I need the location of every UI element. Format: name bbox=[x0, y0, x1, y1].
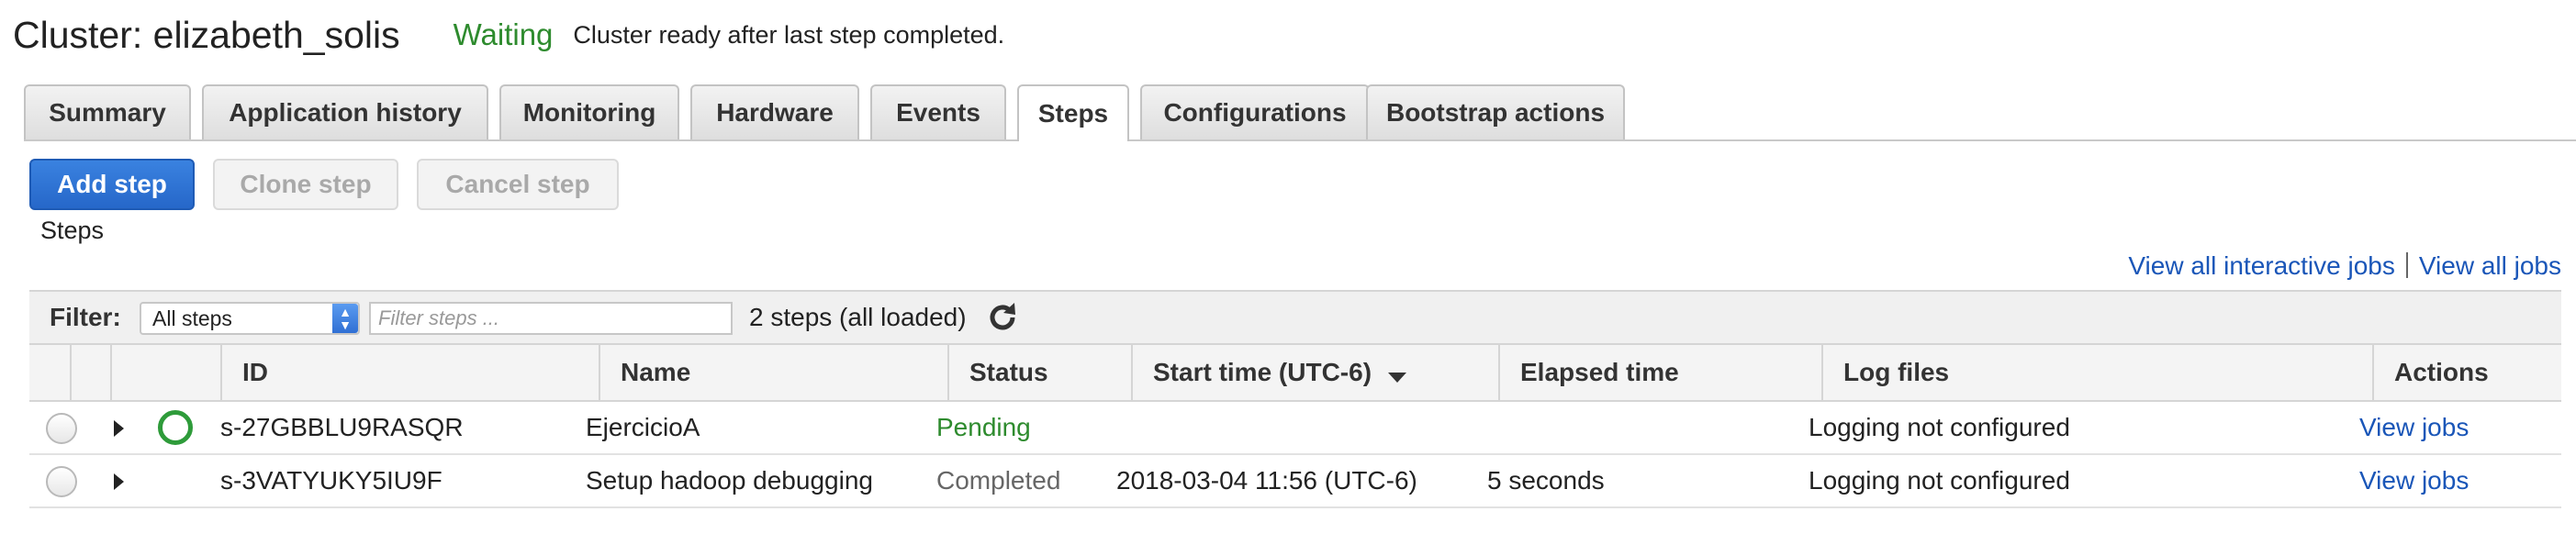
filter-bar: Filter: All steps ▲ ▼ Filter steps ... 2 … bbox=[29, 290, 2561, 345]
cluster-status-message: Cluster ready after last step completed. bbox=[573, 20, 1005, 49]
cluster-title: Cluster: elizabeth_solis bbox=[13, 13, 400, 56]
add-step-button[interactable]: Add step bbox=[29, 159, 195, 210]
select-updown-icon: ▲ ▼ bbox=[332, 304, 358, 333]
step-status: Pending bbox=[936, 413, 1031, 441]
step-name: EjercicioA bbox=[586, 413, 700, 441]
tab-steps[interactable]: Steps bbox=[1017, 84, 1129, 141]
header-expand-column bbox=[70, 345, 110, 400]
table-header: ID Name Status Start time (UTC-6) Elapse… bbox=[29, 345, 2561, 402]
column-header-log-files[interactable]: Log files bbox=[1821, 345, 2372, 400]
table-row: s-3VATYUKY5IU9F Setup hadoop debugging C… bbox=[29, 455, 2561, 508]
filter-steps-input[interactable]: Filter steps ... bbox=[369, 302, 733, 335]
step-start-time: 2018-03-04 11:56 (UTC-6) bbox=[1116, 466, 1417, 495]
steps-section-label: Steps bbox=[40, 217, 105, 244]
tab-bootstrap-actions[interactable]: Bootstrap actions bbox=[1366, 84, 1625, 139]
step-log-files: Logging not configured bbox=[1809, 466, 2070, 495]
row-select-radio[interactable] bbox=[46, 466, 77, 497]
tab-application-history[interactable]: Application history bbox=[202, 84, 488, 139]
steps-table: ID Name Status Start time (UTC-6) Elapse… bbox=[29, 345, 2561, 508]
column-header-name[interactable]: Name bbox=[599, 345, 947, 400]
column-header-actions: Actions bbox=[2372, 345, 2561, 400]
link-separator bbox=[2405, 252, 2408, 278]
expand-row-icon[interactable] bbox=[114, 473, 124, 490]
view-all-jobs-link[interactable]: View all jobs bbox=[2419, 251, 2561, 280]
step-filter-select[interactable]: All steps ▲ ▼ bbox=[140, 302, 360, 335]
tab-monitoring[interactable]: Monitoring bbox=[499, 84, 679, 139]
column-header-status[interactable]: Status bbox=[947, 345, 1131, 400]
tab-events[interactable]: Events bbox=[870, 84, 1006, 139]
step-id: s-27GBBLU9RASQR bbox=[220, 413, 464, 441]
expand-row-icon[interactable] bbox=[114, 420, 124, 437]
tab-bar-divider bbox=[24, 139, 2576, 141]
pending-status-icon bbox=[158, 410, 193, 445]
emr-cluster-page: Cluster: elizabeth_solis Waiting Cluster… bbox=[0, 0, 2576, 534]
start-time-header-label: Start time (UTC-6) bbox=[1153, 358, 1372, 386]
jobs-links: View all interactive jobs View all jobs bbox=[2128, 251, 2561, 281]
view-all-interactive-jobs-link[interactable]: View all interactive jobs bbox=[2128, 251, 2395, 280]
tab-configurations[interactable]: Configurations bbox=[1140, 84, 1370, 139]
cancel-step-button[interactable]: Cancel step bbox=[417, 159, 619, 210]
column-header-id[interactable]: ID bbox=[220, 345, 599, 400]
header-select-column bbox=[29, 345, 70, 400]
step-name: Setup hadoop debugging bbox=[586, 466, 873, 495]
tab-hardware[interactable]: Hardware bbox=[690, 84, 859, 139]
table-row: s-27GBBLU9RASQR EjercicioA Pending Loggi… bbox=[29, 402, 2561, 455]
step-id: s-3VATYUKY5IU9F bbox=[220, 466, 442, 495]
filter-label: Filter: bbox=[50, 303, 121, 331]
refresh-icon[interactable] bbox=[984, 299, 1021, 336]
step-elapsed-time: 5 seconds bbox=[1487, 466, 1605, 495]
header-icon-column bbox=[110, 345, 220, 400]
tab-bar: Summary Application history Monitoring H… bbox=[24, 84, 2576, 141]
step-filter-select-value: All steps bbox=[152, 306, 232, 330]
step-status: Completed bbox=[936, 466, 1061, 495]
steps-count: 2 steps (all loaded) bbox=[749, 303, 967, 331]
column-header-start-time[interactable]: Start time (UTC-6) bbox=[1131, 345, 1498, 400]
cluster-status: Waiting bbox=[453, 17, 554, 51]
column-header-elapsed-time[interactable]: Elapsed time bbox=[1498, 345, 1821, 400]
row-select-radio[interactable] bbox=[46, 413, 77, 444]
step-log-files: Logging not configured bbox=[1809, 413, 2070, 441]
clone-step-button[interactable]: Clone step bbox=[213, 159, 398, 210]
cluster-header: Cluster: elizabeth_solis Waiting Cluster… bbox=[13, 7, 1004, 62]
view-jobs-link[interactable]: View jobs bbox=[2359, 402, 2469, 453]
sort-descending-icon bbox=[1388, 373, 1407, 383]
tab-summary[interactable]: Summary bbox=[24, 84, 191, 139]
view-jobs-link[interactable]: View jobs bbox=[2359, 455, 2469, 506]
